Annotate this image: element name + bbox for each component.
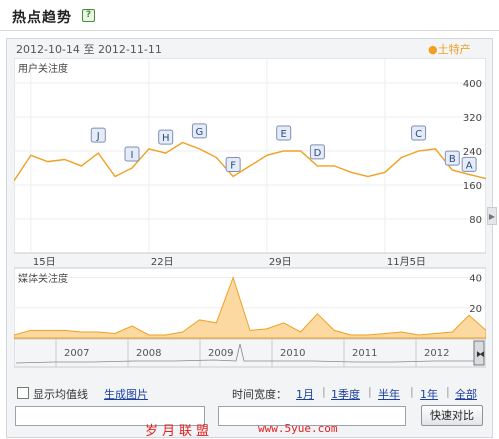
timeline-year-label: 2008 [136,348,161,359]
annotation-marker-h[interactable]: H [158,129,174,145]
user-chart-x-ticks: 15日 22日 29日 11月5日 [33,256,426,268]
annotation-marker-j[interactable]: J [90,127,106,143]
user-y-tick: 80 [469,215,482,226]
annotation-label: F [230,161,236,172]
watermark-url: www.5yue.com [258,422,338,435]
media-chart-frame [14,267,486,339]
span-1-month[interactable]: 1月 [296,386,314,402]
annotation-label: C [415,129,422,140]
span-half-year[interactable]: 半年 [378,386,400,402]
user-x-tick: 22日 [151,257,174,268]
quick-compare-button[interactable]: 快速对比 [421,405,483,426]
annotation-marker-f[interactable]: F [225,157,241,172]
generate-image-link[interactable]: 生成图片 [104,386,148,402]
page-title: 热点趋势 [12,10,72,26]
annotation-label: E [281,129,287,140]
annotation-marker-d[interactable]: D [309,144,325,160]
series-legend[interactable]: ●土特产 [428,41,471,57]
annotation-marker-a[interactable]: A [461,156,477,172]
span-separator: | [322,385,326,398]
annotation-label: H [162,133,170,144]
date-range: 2012-10-14 至 2012-11-11 [16,41,162,57]
user-y-tick: 160 [463,181,482,192]
timeline-year-label: 2007 [64,348,89,359]
timeline-year-label: 2010 [280,348,305,359]
timeline-year-label: 2011 [352,348,377,359]
user-y-tick: 240 [463,147,482,158]
annotation-label: A [466,160,473,171]
annotation-label: I [131,150,134,161]
watermark-text: 岁月联盟 [145,424,214,439]
date-end: 2012-11-11 [97,43,162,56]
user-y-tick: 320 [463,113,482,124]
user-chart-frame [14,58,486,254]
user-x-tick: 29日 [269,257,292,268]
timeline-year-label: 2012 [424,348,449,359]
annotation-marker-c[interactable]: C [411,125,427,141]
scroll-right-icon[interactable]: ▶ [487,207,497,225]
help-icon[interactable]: ? [82,9,95,22]
handle-grip-icon[interactable]: ⧓ [476,350,485,360]
annotation-marker-i[interactable]: I [124,146,140,162]
span-all[interactable]: 全部 [455,386,477,402]
annotation-marker-b[interactable]: B [444,150,460,166]
media-y-tick: 20 [469,304,482,315]
date-sep: 至 [83,43,95,56]
media-chart-label: 媒体关注度 [18,272,68,285]
media-y-tick: 40 [469,274,482,285]
time-span-label: 时间宽度： [232,388,287,401]
user-x-tick: 15日 [33,257,56,268]
span-separator: | [410,385,414,398]
user-chart-label: 用户关注度 [18,62,68,75]
header-bar [0,0,499,31]
show-average-checkbox[interactable] [17,387,29,399]
annotation-label: J [96,131,100,142]
annotation-label: B [449,154,456,165]
span-1-quarter[interactable]: 1季度 [331,386,360,402]
show-average-label: 显示均值线 [33,388,88,401]
annotation-label: D [314,148,322,159]
span-separator: | [368,385,372,398]
annotation-label: G [196,127,204,138]
date-start: 2012-10-14 [16,43,80,56]
user-y-tick: 400 [463,79,482,90]
annotation-marker-g[interactable]: G [191,123,207,139]
span-1-year[interactable]: 1年 [420,386,438,402]
annotation-marker-e[interactable]: E [276,125,292,141]
trend-chart: 用户关注度 400 320 240 160 80 J I H G F E D C BA 15日 22日 29… [14,58,486,368]
span-separator: | [446,385,450,398]
timeline-year-label: 2009 [208,348,233,359]
user-x-tick: 11月5日 [387,256,426,268]
